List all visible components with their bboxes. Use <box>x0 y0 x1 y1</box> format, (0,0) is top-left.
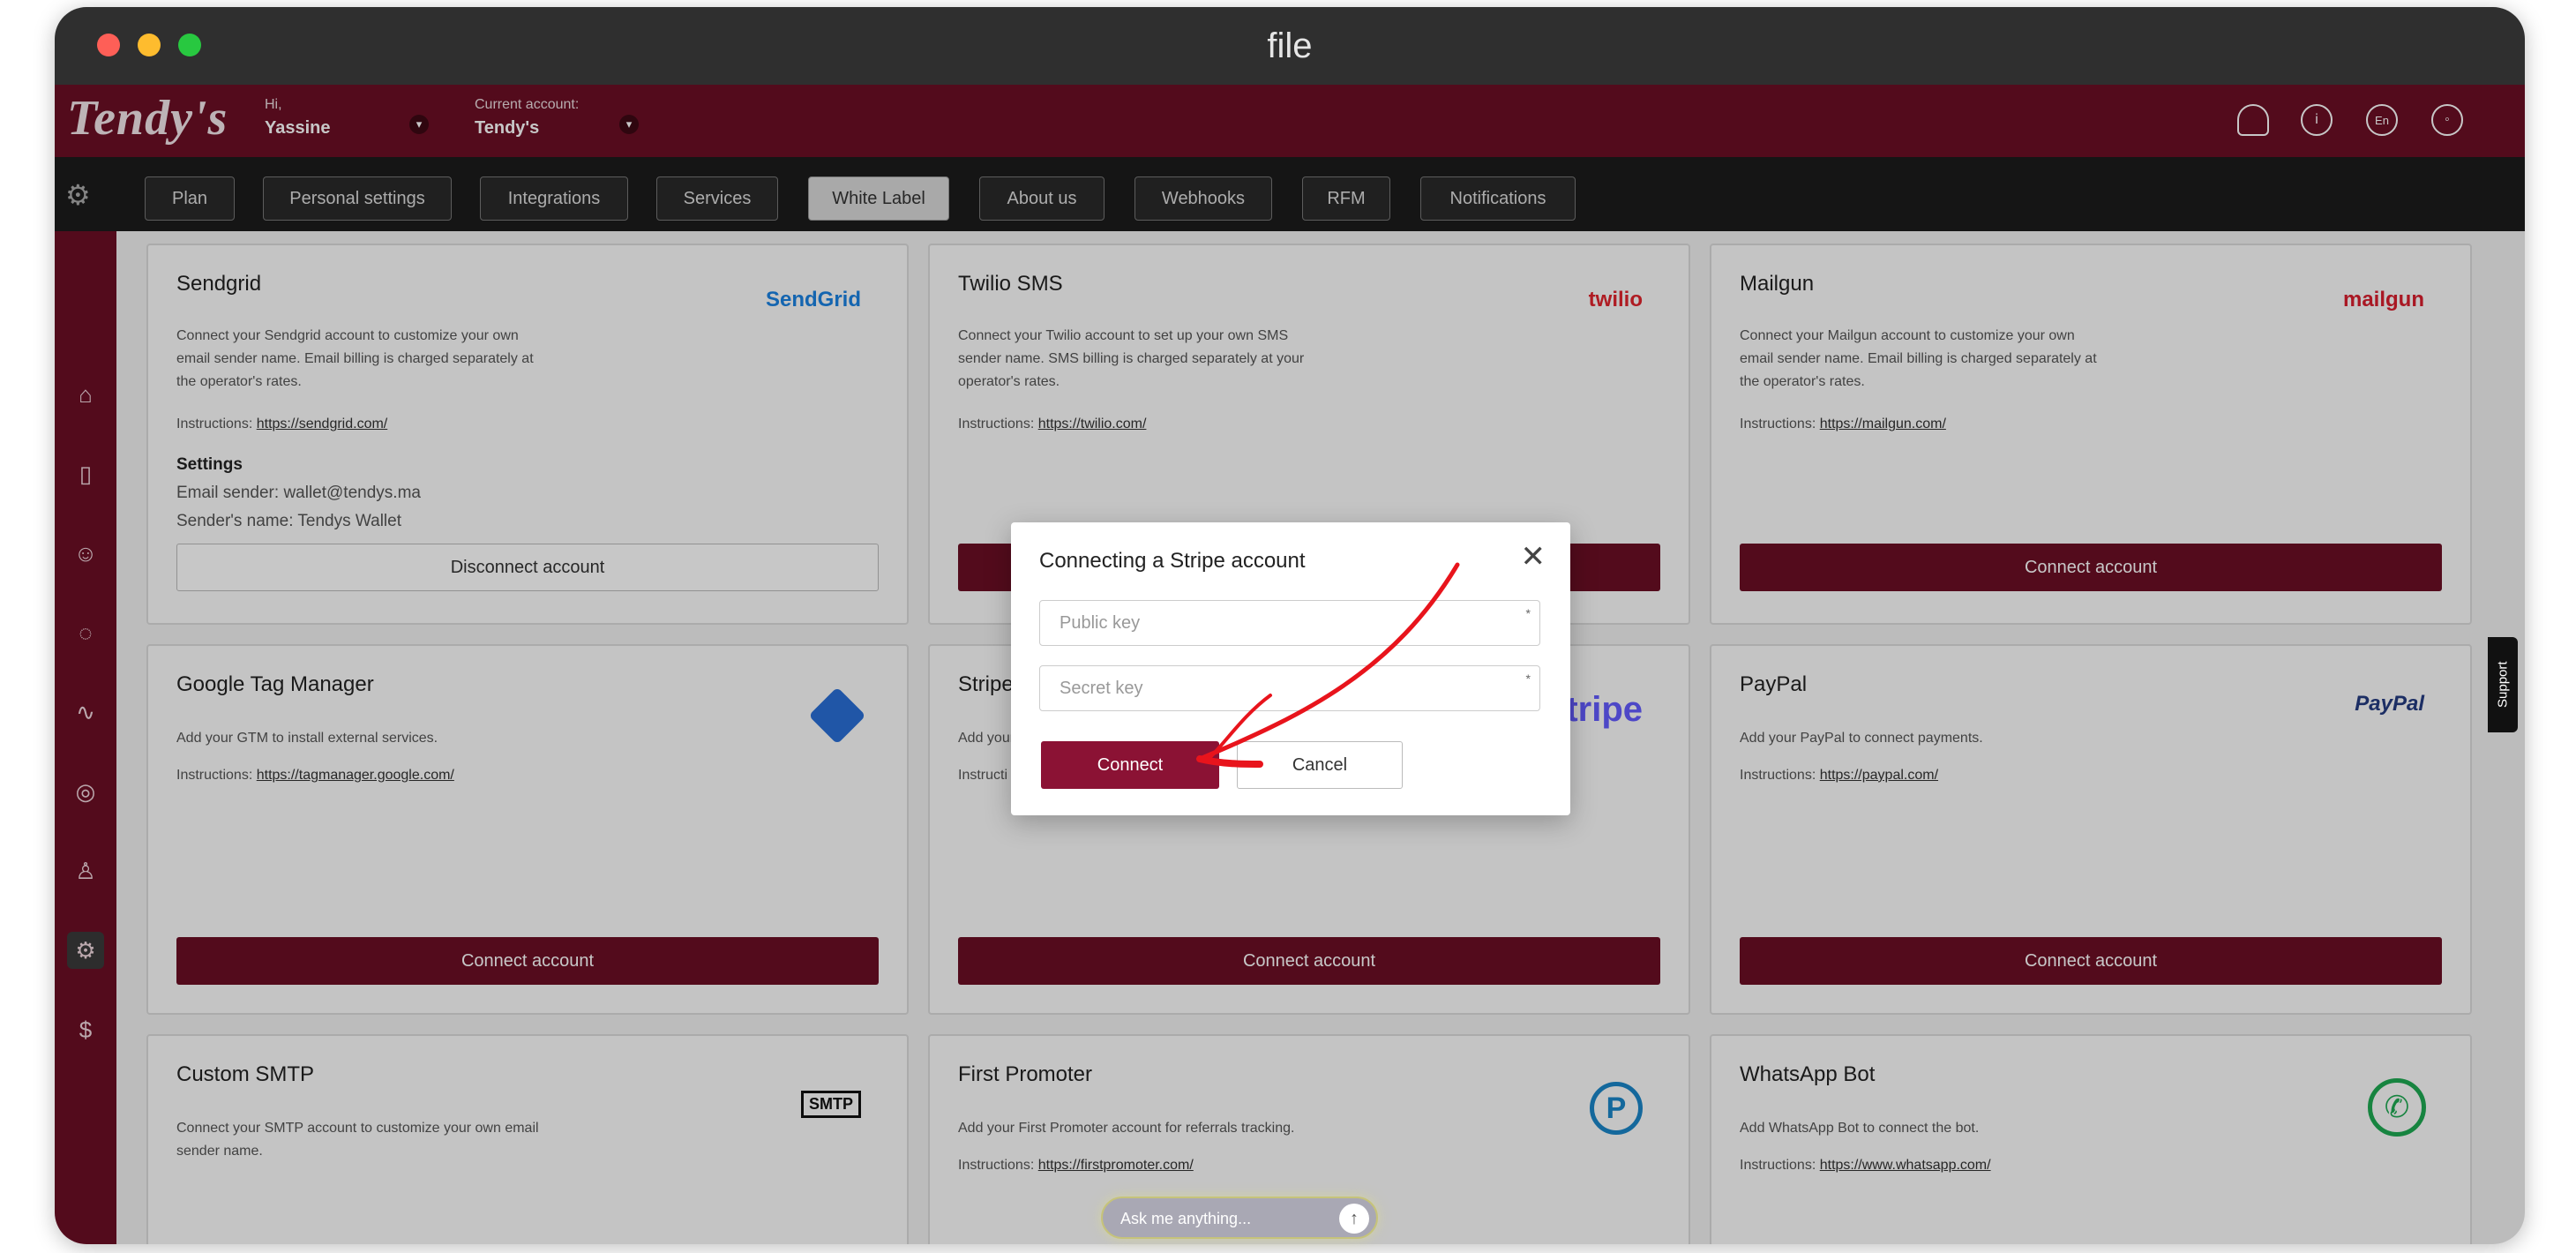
window-controls <box>97 34 201 56</box>
connect-button[interactable]: Connect <box>1041 741 1219 789</box>
send-arrow-icon[interactable]: ↑ <box>1339 1204 1369 1234</box>
public-key-input[interactable]: Public key * <box>1039 600 1540 646</box>
required-marker: * <box>1525 672 1531 686</box>
close-icon[interactable]: ✕ <box>1521 542 1546 572</box>
ask-assistant-input[interactable]: Ask me anything... ↑ <box>1101 1197 1378 1239</box>
required-marker: * <box>1525 606 1531 620</box>
window-title: file <box>1267 26 1313 65</box>
stripe-connect-modal: Connecting a Stripe account ✕ Public key… <box>1011 522 1570 815</box>
secret-key-input[interactable]: Secret key * <box>1039 665 1540 711</box>
title-bar: file <box>55 7 2525 85</box>
public-key-placeholder: Public key <box>1060 612 1141 633</box>
minimize-window-button[interactable] <box>138 34 161 56</box>
modal-title: Connecting a Stripe account <box>1039 549 1306 573</box>
ask-placeholder: Ask me anything... <box>1120 1210 1252 1227</box>
secret-key-placeholder: Secret key <box>1060 678 1143 698</box>
support-tab[interactable]: Support <box>2488 637 2518 732</box>
cancel-button[interactable]: Cancel <box>1237 741 1403 789</box>
close-window-button[interactable] <box>97 34 120 56</box>
maximize-window-button[interactable] <box>178 34 201 56</box>
